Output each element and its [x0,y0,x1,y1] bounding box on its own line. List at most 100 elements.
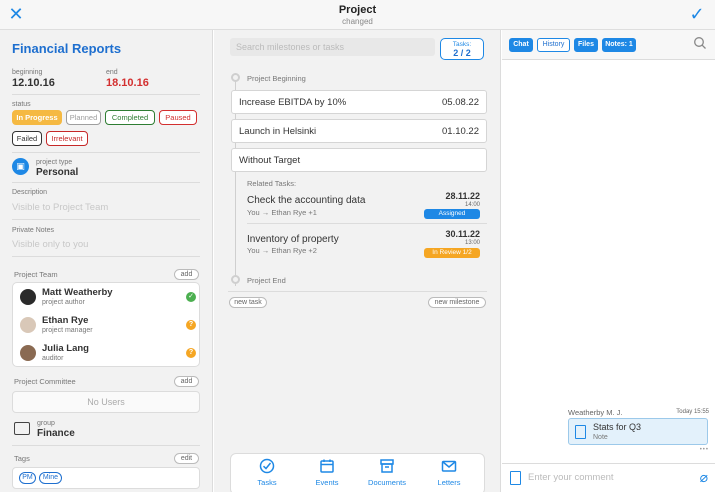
check-icon: ✓ [186,292,196,302]
project-beginning: Project Beginning [247,74,306,83]
note-message[interactable]: Stats for Q3 Note [568,418,708,445]
divider [12,445,200,446]
tags-box: PM Mine [12,467,200,489]
milestone-item[interactable]: Launch in Helsinki 01.10.22 [231,119,487,143]
comment-input[interactable]: Enter your comment [528,472,614,483]
save-check-icon[interactable]: ✓ [687,4,707,24]
task-time: 14:00 [464,202,480,208]
milestone-date: 01.10.22 [442,126,479,137]
tab-files[interactable]: Files [574,38,598,52]
timeline-node [231,73,240,82]
avatar [20,289,36,305]
note-icon [575,425,586,439]
divider [12,219,200,220]
tab-history[interactable]: History [537,38,570,52]
milestone-item[interactable]: Without Target [231,148,487,172]
nav-tasks[interactable]: Tasks [239,458,295,487]
private-notes-input[interactable]: Visible only to you [12,239,88,250]
divider [228,291,487,292]
team-member-row[interactable]: Julia Lang auditor ? [13,339,201,367]
note-title: Stats for Q3 [593,422,642,432]
new-task-button[interactable]: new task [229,297,267,308]
private-notes-label: Private Notes [12,227,55,234]
search-input[interactable]: Search milestones or tasks [230,38,435,56]
envelope-icon [421,458,477,475]
beginning-label: beginning [12,69,43,76]
activity-tabs: Chat History Files Notes: 1 [502,30,715,60]
tasks-counter-value: 2 / 2 [453,48,471,58]
related-tasks-label: Related Tasks: [247,179,297,188]
comment-composer: Enter your comment ⌀ [502,463,715,492]
top-bar: ✕ Project changed ✓ [0,0,715,30]
note-kind: Note [593,434,608,441]
team-member-row[interactable]: Matt Weatherby project author ✓ [13,283,201,311]
status-in-progress[interactable]: In Progress [12,110,62,125]
milestones-panel: Search milestones or tasks Tasks: 2 / 2 … [214,30,501,492]
nav-letters-label: Letters [437,478,461,487]
add-team-member-button[interactable]: add [174,269,199,280]
member-role: auditor [42,355,64,362]
timeline-node [231,275,240,284]
status-paused[interactable]: Paused [159,110,197,125]
tab-notes[interactable]: Notes: 1 [602,38,636,52]
task-item[interactable]: Check the accounting data You → Ethan Ry… [247,189,487,221]
nav-tasks-label: Tasks [257,478,277,487]
tasks-counter-label: Tasks: [452,41,472,48]
search-icon[interactable] [693,36,707,50]
group-value[interactable]: Finance [37,428,75,439]
status-planned[interactable]: Planned [66,110,101,125]
attach-icon[interactable]: ⌀ [700,469,708,486]
status-completed[interactable]: Completed [105,110,155,125]
committee-empty: No Users [12,391,200,413]
question-icon: ? [186,348,196,358]
end-date[interactable]: 18.10.16 [106,77,149,89]
tags-label: Tags [14,454,30,463]
briefcase-icon: ▣ [12,158,29,175]
status-irrelevant[interactable]: Irrelevant [46,131,88,146]
tag-mine[interactable]: Mine [39,472,62,484]
nav-events[interactable]: Events [299,458,355,487]
tag-pm[interactable]: PM [19,472,36,484]
nav-documents-label: Documents [368,478,406,487]
status-failed[interactable]: Failed [12,131,42,146]
divider [12,182,200,183]
new-milestone-button[interactable]: new milestone [428,297,486,308]
task-item[interactable]: Inventory of property You → Ethan Rye +2… [247,226,487,260]
task-date: 28.11.22 [445,191,480,201]
member-role: project manager [42,327,93,334]
nav-events-label: Events [315,478,339,487]
tab-chat[interactable]: Chat [509,38,533,52]
milestone-item[interactable]: Increase EBITDA by 10% 05.08.22 [231,90,487,114]
member-role: project author [42,299,85,306]
project-type-value[interactable]: Personal [36,167,78,178]
note-type-icon[interactable] [510,471,521,485]
nav-letters[interactable]: Letters [421,458,477,487]
message-author: Weatherby M. J. [568,408,623,417]
team-member-row[interactable]: Ethan Rye project manager ? [13,311,201,339]
task-date: 30.11.22 [445,229,480,239]
more-icon[interactable]: ••• [700,447,709,453]
task-name: Check the accounting data [247,195,366,206]
beginning-date[interactable]: 12.10.16 [12,77,55,89]
milestone-name: Launch in Helsinki [239,126,317,137]
description-input[interactable]: Visible to Project Team [12,202,108,213]
tasks-counter-button[interactable]: Tasks: 2 / 2 [440,38,484,60]
project-details-panel: Financial Reports beginning 12.10.16 end… [0,30,213,492]
activity-panel: Chat History Files Notes: 1 Weatherby M.… [502,30,715,492]
edit-tags-button[interactable]: edit [174,453,199,464]
project-title[interactable]: Financial Reports [12,41,121,56]
task-assignees: You → Ethan Rye +2 [247,246,317,255]
page-subtitle: changed [342,17,373,26]
calendar-icon [299,458,355,475]
status-label: status [12,101,31,108]
task-time: 13:00 [464,240,480,246]
question-icon: ? [186,320,196,330]
milestone-name: Without Target [239,155,301,166]
nav-documents[interactable]: Documents [359,458,415,487]
page-title: Project [338,4,377,16]
project-end: Project End [247,276,286,285]
project-team-label: Project Team [14,270,58,279]
add-committee-member-button[interactable]: add [174,376,199,387]
documents-icon [359,458,415,475]
divider [12,256,200,257]
